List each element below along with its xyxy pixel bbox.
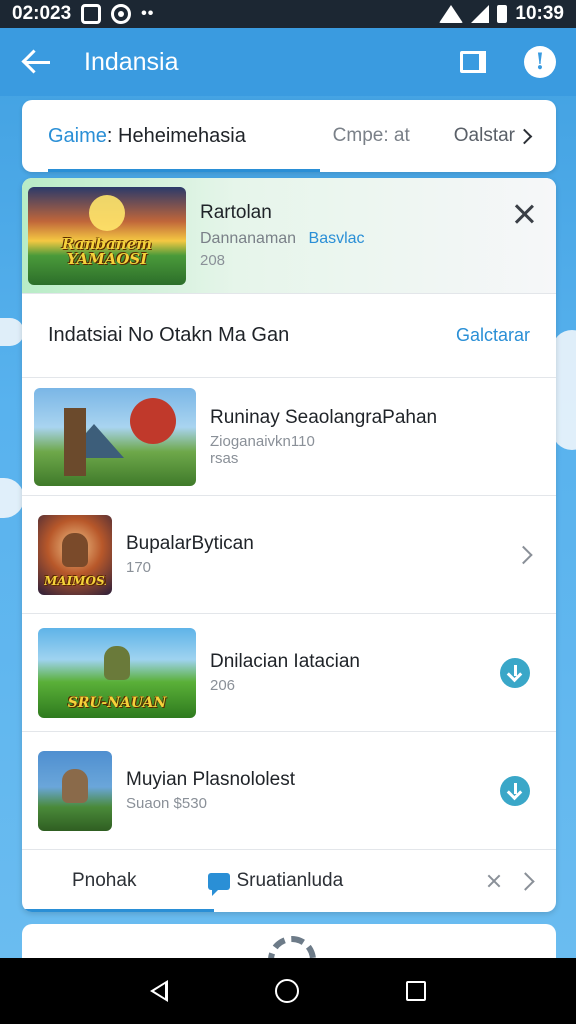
character-graphic (62, 768, 88, 803)
game-thumbnail: SRU-NAUAN (38, 627, 196, 718)
game-meta: 170 (126, 559, 152, 576)
game-title: Dnilacian Iatacian (210, 651, 360, 672)
download-icon[interactable] (500, 657, 530, 688)
featured-game-link[interactable]: Basvlac (309, 230, 365, 247)
chevron-right-icon (516, 128, 533, 144)
list-item[interactable]: SRU-NAUAN Dnilacian Iatacian 206 (22, 614, 556, 732)
game-title: Runinay SeaolangraPahan (210, 406, 438, 428)
bottom-tab-bar: Pnohak Sruatianluda (22, 850, 556, 912)
game-thumbnail: MAIMOSE (38, 514, 112, 595)
game-thumbnail (34, 387, 196, 486)
tab-pnohak[interactable]: Pnohak (72, 870, 136, 892)
signal-icon (471, 5, 490, 23)
chevron-right-icon[interactable] (514, 545, 533, 564)
tab-indicator (48, 169, 320, 172)
featured-game-developer: Dannanaman (200, 230, 297, 247)
thumb-label: SRU-NAUAN (67, 695, 167, 710)
nav-recents-icon[interactable] (406, 981, 427, 1001)
close-icon[interactable] (487, 874, 501, 888)
game-thumbnail (38, 750, 112, 831)
cloud-decoration (0, 318, 24, 346)
navigation-bar (0, 958, 576, 1024)
battery-icon (497, 5, 508, 23)
featured-game-meta: 208 (200, 252, 226, 269)
status-bar: 02:023 •• 10:39 (0, 0, 576, 28)
game-meta: rsas (210, 449, 239, 467)
temple-graphic (64, 407, 86, 476)
cloud-decoration (0, 478, 24, 518)
section-link[interactable]: Galctarar (456, 325, 530, 346)
chevron-right-icon[interactable] (516, 871, 535, 891)
flag-icon[interactable] (460, 51, 486, 73)
tab-games-prefix: Gaime (48, 124, 107, 147)
tab-games-label: : Heheimehasia (106, 124, 246, 147)
featured-game-subtitle: Dannanaman Basvlac (200, 230, 365, 248)
section-title: Indatsiai No Otakn Ma Gan (48, 324, 290, 346)
tab-games[interactable]: Gaime: Heheimehasia (48, 125, 246, 148)
notification-icon (81, 4, 102, 24)
tree-graphic (130, 397, 176, 444)
list-item[interactable]: Muyian Plasnololest Suaon $530 (22, 732, 556, 850)
download-icon[interactable] (500, 775, 530, 806)
top-tab-bar: Gaime: Heheimehasia Cmpe: at Oalstar (22, 100, 556, 172)
chat-icon (208, 872, 231, 896)
thumb-label: MAIMOSE (44, 574, 106, 587)
featured-thumb-label: Ranbanem YAMAOSI (62, 236, 152, 267)
game-title: BupalarBytican (126, 533, 254, 554)
game-meta: 206 (210, 677, 236, 694)
nav-back-icon[interactable] (149, 980, 168, 1002)
tab-compete[interactable]: Cmpe: at (333, 125, 410, 147)
character-graphic (62, 532, 88, 567)
tab-oalstar[interactable]: Oalstar (453, 125, 533, 147)
app-title: Indansia (84, 47, 179, 76)
sun-graphic (89, 194, 125, 231)
game-meta: Suaon $530 (126, 795, 207, 812)
record-icon (111, 4, 132, 24)
info-icon[interactable]: ! (524, 46, 556, 78)
game-list-card: Ranbanem YAMAOSI Rartolan Dannanaman Bas… (22, 178, 556, 912)
game-title: Muyian Plasnololest (126, 769, 295, 790)
status-time-right: 10:39 (515, 3, 564, 24)
featured-game-title: Rartolan (200, 202, 272, 223)
more-notifications-icon: •• (141, 5, 155, 22)
featured-game[interactable]: Ranbanem YAMAOSI Rartolan Dannanaman Bas… (22, 178, 556, 294)
close-icon[interactable] (514, 204, 534, 224)
featured-game-thumbnail: Ranbanem YAMAOSI (28, 186, 186, 285)
back-arrow-icon[interactable] (20, 45, 54, 79)
status-time-left: 02:023 (12, 3, 72, 24)
wifi-icon (439, 5, 464, 23)
tab-indicator (22, 909, 214, 912)
list-item[interactable]: Runinay SeaolangraPahan Zioganaivkn110 r… (22, 378, 556, 496)
tab-chat[interactable]: Sruatianluda (208, 870, 344, 896)
game-developer: Zioganaivkn110 (210, 432, 315, 450)
character-graphic (104, 645, 130, 680)
nav-home-icon[interactable] (274, 979, 299, 1003)
tab-oalstar-label: Oalstar (453, 125, 515, 146)
tab-chat-label: Sruatianluda (236, 870, 344, 891)
app-bar: Indansia ! (0, 28, 576, 96)
list-item[interactable]: MAIMOSE BupalarBytican 170 (22, 496, 556, 614)
section-header: Indatsiai No Otakn Ma Gan Galctarar (22, 294, 556, 378)
